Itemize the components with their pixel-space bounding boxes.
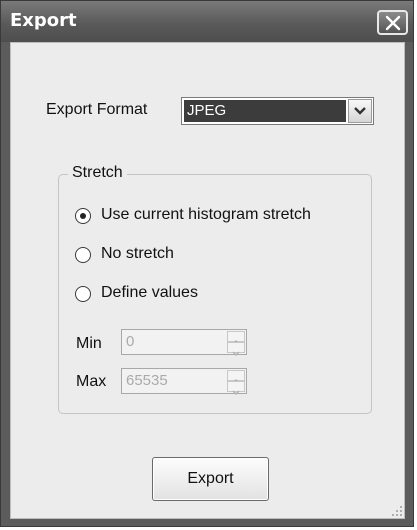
use-current-stretch-label[interactable]: Use current histogram stretch [101, 206, 311, 224]
radio-use-current-stretch[interactable] [75, 208, 91, 224]
min-spinbox[interactable]: 0 [121, 329, 247, 356]
resize-grip-icon[interactable] [391, 505, 403, 517]
max-value: 65535 [126, 372, 168, 389]
max-decrement-button[interactable] [227, 381, 245, 395]
dropdown-button[interactable] [348, 99, 372, 123]
max-label: Max [76, 373, 107, 390]
export-format-select[interactable]: JPEG [181, 97, 374, 125]
chevron-down-icon [232, 390, 240, 395]
radio-no-stretch[interactable] [75, 247, 91, 263]
close-button[interactable] [377, 10, 408, 35]
export-button[interactable]: Export [152, 457, 269, 501]
close-icon [385, 15, 401, 31]
no-stretch-label[interactable]: No stretch [101, 245, 174, 263]
export-format-value: JPEG [184, 100, 346, 122]
max-spinbox[interactable]: 65535 [121, 368, 247, 395]
chevron-down-icon [354, 107, 366, 115]
stretch-group: Stretch Use current histogram stretch No… [58, 164, 372, 414]
radio-define-values[interactable] [75, 286, 91, 302]
max-increment-button[interactable] [227, 370, 245, 384]
chevron-down-icon [232, 351, 240, 356]
min-label: Min [76, 335, 102, 352]
define-values-label[interactable]: Define values [101, 284, 198, 302]
window-title: Export [10, 10, 77, 31]
stretch-group-title: Stretch [68, 164, 127, 182]
min-value: 0 [126, 333, 135, 350]
min-decrement-button[interactable] [227, 342, 245, 356]
export-dialog: Export Export Format JPEG Stretch Use cu… [0, 0, 414, 527]
dialog-body: Export Format JPEG Stretch Use current h… [10, 42, 405, 519]
export-format-label: Export Format [46, 101, 148, 118]
min-increment-button[interactable] [227, 331, 245, 345]
title-bar[interactable]: Export [1, 1, 413, 42]
